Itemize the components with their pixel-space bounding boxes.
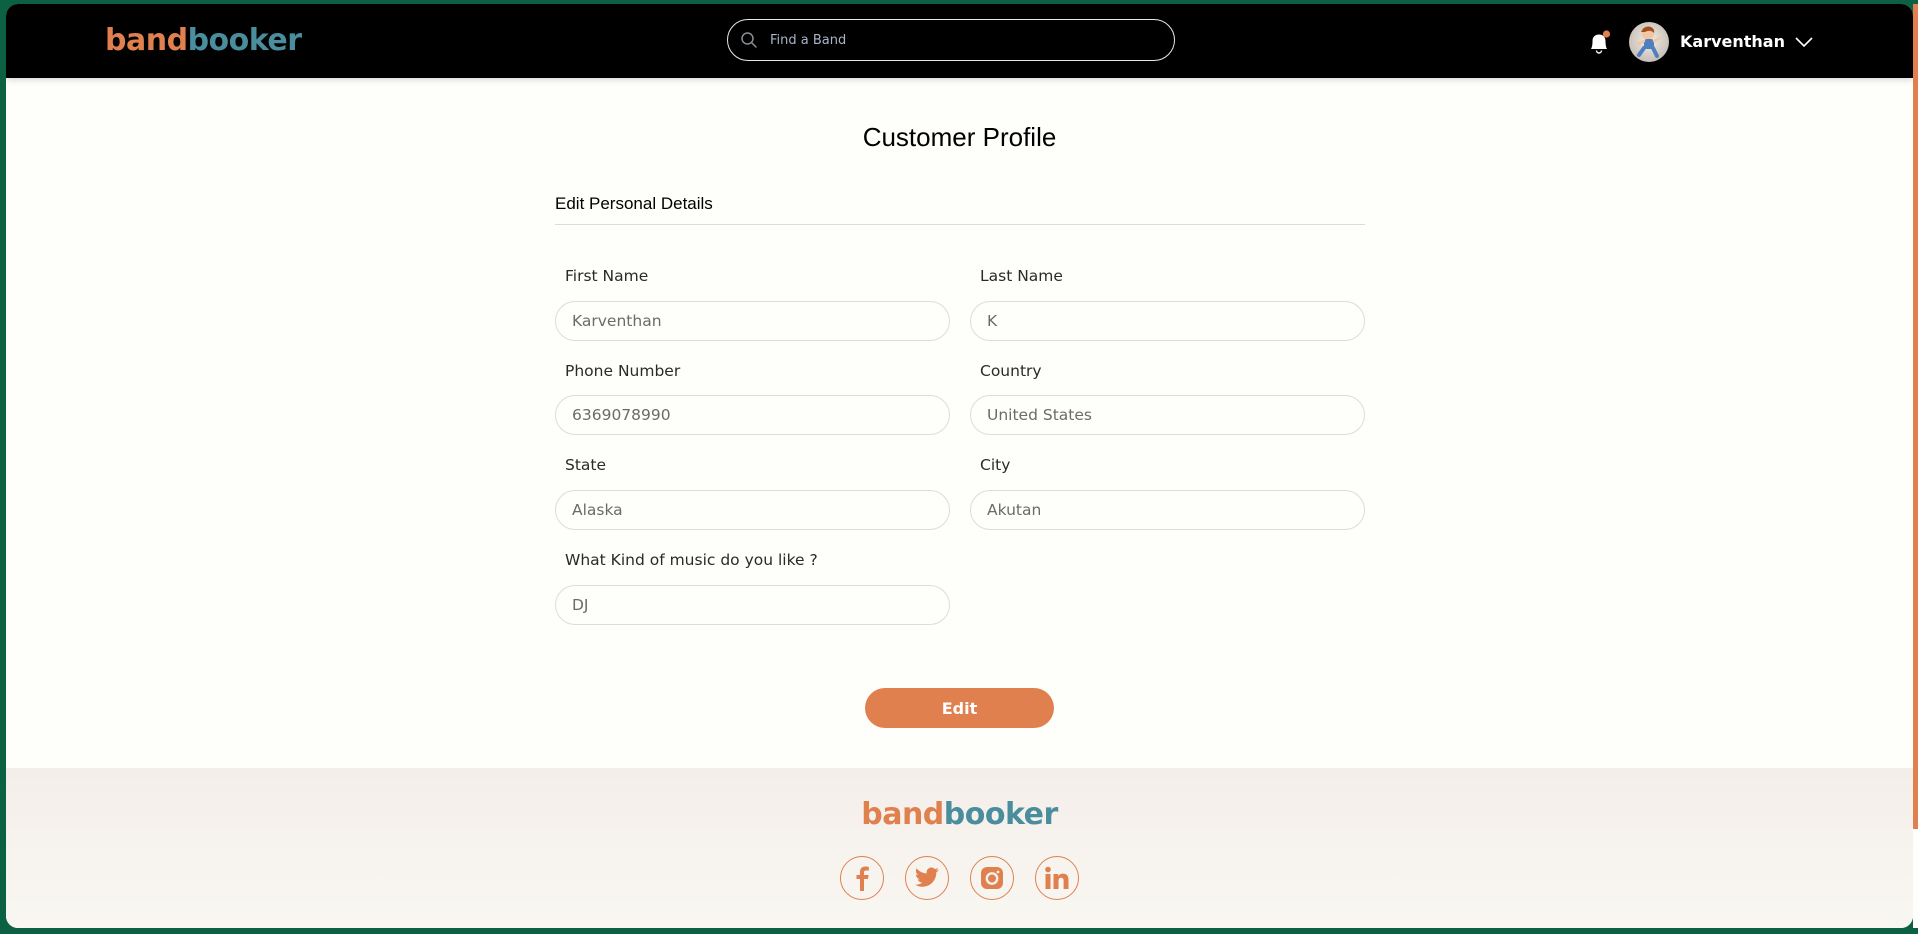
page-title: Customer Profile [862,122,1057,152]
top-navbar: bandbooker Karventhan [6,4,1913,78]
footer-logo[interactable]: bandbooker [6,798,1913,832]
search-icon [741,32,757,48]
logo-part-booker: booker [943,797,1058,832]
logo-part-band: band [105,23,188,58]
last-name-input[interactable] [970,301,1365,341]
instagram-link[interactable] [970,856,1014,900]
linkedin-link[interactable] [1035,856,1079,900]
avatar[interactable] [1629,22,1669,62]
footer: bandbooker [6,768,1913,928]
linkedin-icon [1045,866,1069,889]
user-name[interactable]: Karventhan [1680,32,1785,52]
music-preference-input[interactable] [555,585,950,625]
search-bar[interactable] [727,19,1175,61]
brand-logo[interactable]: bandbooker [105,24,302,58]
edit-button[interactable]: Edit [865,688,1054,728]
country-input[interactable] [970,395,1365,435]
twitter-link[interactable] [905,856,949,900]
city-input[interactable] [970,490,1365,530]
logo-part-band: band [861,797,944,832]
city-label: City [980,456,1011,474]
facebook-link[interactable] [840,856,884,900]
phone-number-input[interactable] [555,395,950,435]
last-name-label: Last Name [980,267,1063,285]
app-window: bandbooker Karventhan [6,4,1913,928]
avatar-image [1636,26,1662,58]
search-input[interactable] [768,31,1152,49]
state-label: State [565,456,607,474]
phone-number-label: Phone Number [565,362,681,380]
facebook-icon [856,866,869,891]
scrollbar-thumb[interactable] [1913,4,1918,829]
bell-icon[interactable] [1587,30,1611,56]
first-name-label: First Name [565,267,649,285]
country-label: Country [980,362,1042,380]
twitter-icon [914,867,939,887]
instagram-icon [981,867,1003,889]
chevron-down-icon[interactable] [1794,36,1814,48]
section-heading: Edit Personal Details [555,194,713,213]
notification-dot [1602,30,1611,38]
state-input[interactable] [555,490,950,530]
music-preference-label: What Kind of music do you like ? [565,551,818,569]
first-name-input[interactable] [555,301,950,341]
logo-part-booker: booker [187,23,302,58]
section-divider [555,224,1365,225]
